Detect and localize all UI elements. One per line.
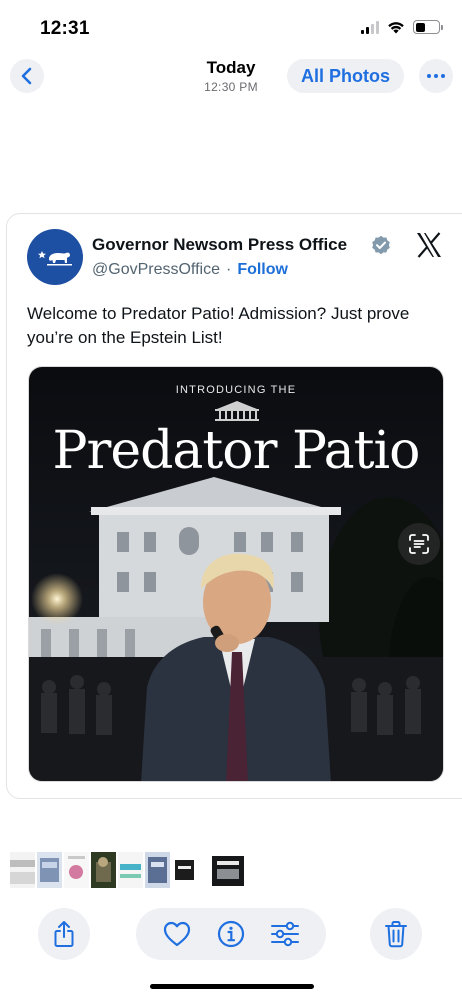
thumbnail-strip (10, 852, 245, 888)
all-photos-button[interactable]: All Photos (287, 59, 404, 93)
edit-adjust-button[interactable] (268, 917, 302, 951)
tweet-image: INTRODUCING THE Predator Patio (28, 366, 444, 782)
handle-row: @GovPressOffice · Follow (92, 261, 288, 279)
bear-flag-avatar-icon (27, 229, 83, 285)
photo-thumbnail[interactable] (172, 852, 197, 888)
photo-thumbnail[interactable] (10, 852, 35, 888)
photo-thumbnail[interactable] (64, 852, 89, 888)
wifi-icon (388, 22, 404, 34)
photo-thumbnail-selected[interactable] (211, 852, 245, 888)
follow-link: Follow (237, 261, 288, 278)
status-bar: 12:31 (0, 0, 462, 56)
status-time: 12:31 (40, 18, 90, 39)
photo-actions-pill (136, 908, 326, 960)
live-text-icon (409, 534, 429, 554)
delete-button[interactable] (370, 908, 422, 960)
tweet-text: Welcome to Predator Patio! Admission? Ju… (27, 304, 410, 347)
adjust-icon (271, 921, 299, 947)
heart-icon (163, 921, 191, 947)
image-kicker-text: INTRODUCING THE (175, 384, 297, 396)
live-text-button[interactable] (398, 523, 440, 565)
photo-thumbnail[interactable] (118, 852, 143, 888)
author-name: Governor Newsom Press Office (92, 235, 348, 254)
ellipsis-icon (427, 74, 431, 78)
share-button[interactable] (38, 908, 90, 960)
share-icon (54, 921, 74, 947)
home-indicator[interactable] (150, 984, 314, 989)
photo-thumbnail[interactable] (37, 852, 62, 888)
trash-icon (385, 921, 407, 948)
thumbnail-gap (199, 852, 209, 888)
x-logo-icon (417, 232, 441, 258)
photo-nav-bar: Today 12:30 PM All Photos (0, 58, 462, 98)
battery-icon (413, 20, 443, 34)
status-icons (361, 20, 443, 34)
dot-separator: · (225, 261, 232, 278)
cellular-signal-icon (361, 20, 379, 34)
photo-thumbnail[interactable] (91, 852, 116, 888)
favorite-button[interactable] (160, 917, 194, 951)
info-icon (217, 920, 245, 948)
image-headline-text: Predator Patio (52, 421, 421, 481)
photo-thumbnail[interactable] (145, 852, 170, 888)
info-button[interactable] (214, 917, 248, 951)
tweet-card: Governor Newsom Press Office @GovPressOf… (6, 213, 462, 799)
author-handle: @GovPressOffice (92, 261, 220, 278)
more-options-button[interactable] (419, 59, 453, 93)
verified-badge-icon (372, 235, 390, 255)
